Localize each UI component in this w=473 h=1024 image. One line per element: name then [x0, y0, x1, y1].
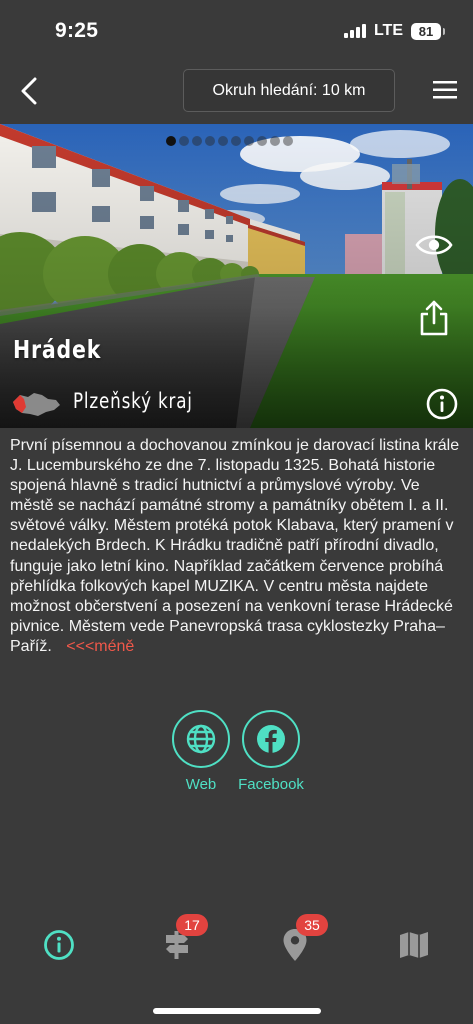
info-icon [44, 930, 74, 960]
back-button[interactable] [12, 72, 46, 110]
info-icon [426, 388, 458, 420]
carousel-dot[interactable] [257, 136, 267, 146]
web-label[interactable]: Web [172, 776, 230, 793]
region-name: Plzeňský kraj [73, 389, 193, 413]
signpost-count-badge: 17 [176, 914, 208, 936]
carousel-indicator[interactable] [166, 136, 293, 146]
info-button[interactable] [424, 386, 460, 422]
view-button[interactable] [414, 225, 454, 265]
carousel-dot[interactable] [231, 136, 241, 146]
share-icon [420, 300, 448, 336]
status-indicators: LTE 81 [343, 22, 445, 40]
facebook-button[interactable] [242, 710, 300, 768]
menu-button[interactable] [431, 76, 459, 104]
description-text: První písemnou a dochovanou zmínkou je d… [10, 437, 460, 655]
carousel-dot[interactable] [218, 136, 228, 146]
bottom-navigation: 17 35 [0, 905, 473, 985]
show-less-link[interactable]: <<<méně [66, 638, 134, 655]
tab-map[interactable] [394, 925, 434, 965]
map-icon [400, 932, 428, 958]
carousel-dot[interactable] [205, 136, 215, 146]
share-button[interactable] [416, 296, 452, 340]
home-indicator[interactable] [153, 1008, 321, 1014]
chevron-left-icon [21, 77, 37, 105]
tab-info[interactable] [39, 925, 79, 965]
battery-icon: 81 [411, 22, 445, 40]
web-button[interactable] [172, 710, 230, 768]
places-count-badge: 35 [296, 914, 328, 936]
cellular-signal-icon [343, 24, 366, 38]
facebook-icon [257, 725, 285, 753]
top-bar: Okruh hledání: 10 km [0, 62, 473, 124]
carousel-dot[interactable] [283, 136, 293, 146]
status-time: 9:25 [55, 19, 99, 42]
region-map-icon [13, 393, 60, 416]
eye-icon [415, 235, 453, 255]
carousel-dot[interactable] [270, 136, 280, 146]
carousel-dot[interactable] [166, 136, 176, 146]
status-bar: 9:25 LTE 81 [0, 0, 473, 62]
town-photo [0, 124, 473, 428]
carousel-dot[interactable] [244, 136, 254, 146]
carousel-dot[interactable] [192, 136, 202, 146]
place-description: První písemnou a dochovanou zmínkou je d… [10, 436, 465, 657]
globe-icon [186, 724, 216, 754]
hamburger-menu-icon [433, 81, 457, 99]
photo-carousel[interactable]: Hrádek Plzeňský kraj [0, 124, 473, 428]
search-radius-button[interactable]: Okruh hledání: 10 km [183, 69, 395, 112]
carousel-dot[interactable] [179, 136, 189, 146]
facebook-label[interactable]: Facebook [232, 776, 310, 793]
place-title: Hrádek [13, 335, 102, 364]
network-type: LTE [373, 22, 403, 39]
